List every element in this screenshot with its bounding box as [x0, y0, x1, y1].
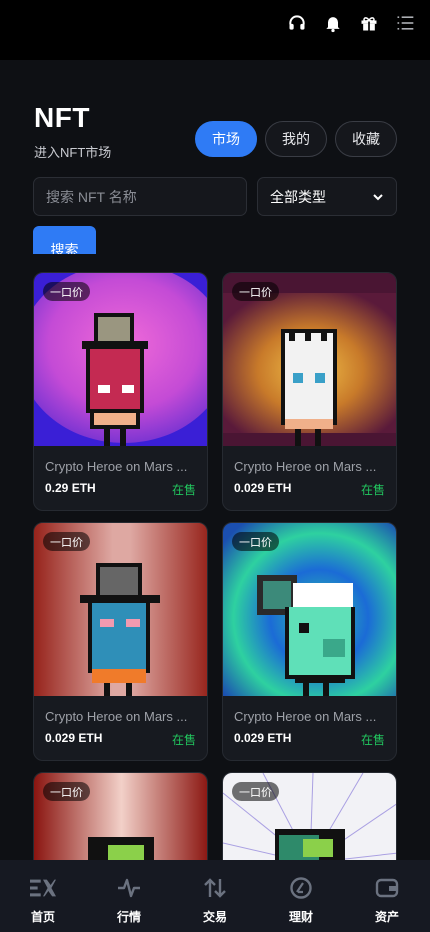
home-logo-icon [30, 876, 56, 900]
top-icons [286, 12, 416, 34]
type-filter-value: 全部类型 [270, 188, 326, 205]
nft-image[interactable]: 一口价 [34, 523, 207, 696]
nav-item-home[interactable]: 首页 [0, 860, 86, 932]
nft-image[interactable]: 一口价 [223, 773, 396, 860]
nav-label-trade: 交易 [202, 910, 227, 924]
bottom-nav: 首页 行情 交易 理财 资产 [0, 860, 430, 932]
price-type-badge: 一口价 [232, 282, 279, 301]
nft-meta-row: 0.029 ETH 在售 [223, 474, 396, 510]
nft-price: 0.029 ETH [234, 731, 292, 745]
nav-item-trade[interactable]: 交易 [172, 860, 258, 932]
nft-name: Crypto Heroe on Mars ... [45, 709, 188, 724]
main-content: NFT 进入NFT市场 市场 我的 收藏 搜索 NFT 名称 全部类型 搜索 一… [0, 60, 430, 860]
search-placeholder: 搜索 NFT 名称 [46, 188, 137, 205]
nft-name: Crypto Heroe on Mars ... [45, 459, 188, 474]
nft-card[interactable]: 一口价 Crypto Heroe on Mars ... 0.029 ETH 在… [33, 522, 208, 761]
page-title: NFT [34, 102, 90, 133]
nft-name: Crypto Heroe on Mars ... [234, 459, 377, 474]
tab-mine[interactable]: 我的 [265, 121, 327, 157]
type-filter-select[interactable]: 全部类型 [257, 177, 397, 216]
page-subtitle: 进入NFT市场 [34, 145, 112, 160]
search-button-label: 搜索 [50, 242, 79, 254]
nav-item-finance[interactable]: 理财 [258, 860, 344, 932]
nft-image[interactable]: 一口价 [34, 273, 207, 446]
search-button[interactable]: 搜索 [33, 226, 96, 254]
price-type-badge: 一口价 [43, 282, 90, 301]
nft-price: 0.029 ETH [234, 481, 292, 495]
wallet-icon [374, 876, 400, 900]
menu-icon[interactable] [394, 12, 416, 34]
headset-icon[interactable] [286, 12, 308, 34]
nft-card[interactable]: 一口价 Crypto Heroe on Mars ... 0.29 ETH 在售 [33, 272, 208, 511]
nav-label-market: 行情 [116, 910, 141, 924]
price-type-badge: 一口价 [43, 532, 90, 551]
nft-status: 在售 [360, 733, 385, 747]
price-type-badge: 一口价 [232, 532, 279, 551]
tab-market[interactable]: 市场 [195, 121, 257, 157]
nft-card[interactable]: 一口价 Crypto Heroe on Mars ... 0.029 ETH 在… [222, 272, 397, 511]
nft-image[interactable]: 一口价 [223, 273, 396, 446]
nft-meta-row: 0.029 ETH 在售 [34, 724, 207, 760]
nav-label-finance: 理财 [288, 910, 313, 924]
nft-meta-row: 0.29 ETH 在售 [34, 474, 207, 510]
tab-favorites[interactable]: 收藏 [335, 121, 397, 157]
finance-icon [288, 876, 314, 900]
nft-image[interactable]: 一口价 [223, 523, 396, 696]
top-bar [0, 0, 430, 60]
price-type-badge: 一口价 [43, 782, 90, 801]
nav-label-assets: 资产 [374, 910, 399, 924]
nft-image[interactable]: 一口价 [34, 773, 207, 860]
nav-item-assets[interactable]: 资产 [344, 860, 430, 932]
price-type-badge: 一口价 [232, 782, 279, 801]
nft-price: 0.29 ETH [45, 481, 96, 495]
trade-arrows-icon [202, 876, 228, 900]
nft-name: Crypto Heroe on Mars ... [234, 709, 377, 724]
market-pulse-icon [116, 876, 142, 900]
nft-price: 0.029 ETH [45, 731, 103, 745]
notification-bell-icon[interactable] [322, 12, 344, 34]
nft-status: 在售 [360, 483, 385, 497]
nav-item-market[interactable]: 行情 [86, 860, 172, 932]
tab-bar: 市场 我的 收藏 [195, 121, 397, 157]
nft-status: 在售 [171, 733, 196, 747]
gift-icon[interactable] [358, 12, 380, 34]
search-input[interactable]: 搜索 NFT 名称 [33, 177, 247, 216]
chevron-down-icon [373, 193, 383, 200]
nft-card[interactable]: 一口价 [33, 772, 208, 860]
nft-card[interactable]: 一口价 [222, 772, 397, 860]
nft-card[interactable]: 一口价 Crypto Heroe on Mars ... 0.029 ETH 在… [222, 522, 397, 761]
nft-status: 在售 [171, 483, 196, 497]
nft-meta-row: 0.029 ETH 在售 [223, 724, 396, 760]
nav-label-home: 首页 [30, 910, 55, 924]
